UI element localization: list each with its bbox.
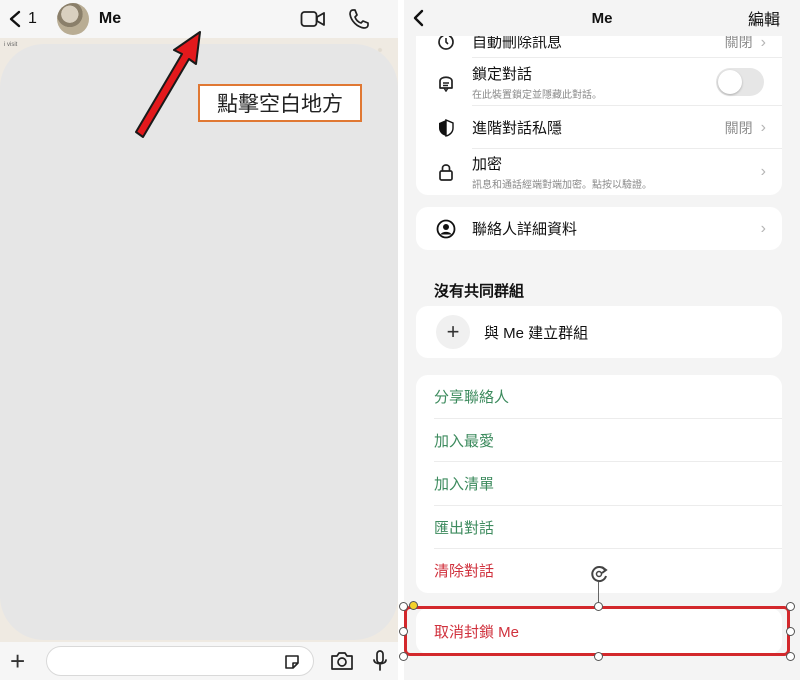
row-value: 關閉 xyxy=(724,119,753,136)
share-contact-button[interactable]: 分享聯絡人 xyxy=(416,375,782,419)
message-peek: i visit xyxy=(4,42,18,48)
chat-panel: 1 Me i visit 點擊空白地方 + xyxy=(0,0,398,680)
shield-icon xyxy=(436,118,456,138)
message-input[interactable] xyxy=(46,646,314,676)
rotate-handle-line xyxy=(598,582,599,608)
create-group-row[interactable]: + 與 Me 建立群組 xyxy=(416,306,782,358)
back-chevron-icon[interactable] xyxy=(410,8,430,28)
page-title: Me xyxy=(591,9,613,27)
rotate-icon xyxy=(591,566,608,583)
privacy-card: 自動刪除訊息 關閉 › 鎖定對話 在此裝置鎖定並隱藏此對話。 進階對話私隱 關閉… xyxy=(416,24,782,195)
row-subtitle: 在此裝置鎖定並隱藏此對話。 xyxy=(472,90,602,101)
advanced-privacy-row[interactable]: 進階對話私隱 關閉 › xyxy=(416,106,782,149)
export-chat-button[interactable]: 匯出對話 xyxy=(416,506,782,550)
lock-chat-row: 鎖定對話 在此裝置鎖定並隱藏此對話。 xyxy=(416,58,782,106)
padlock-icon xyxy=(436,162,456,182)
lock-chat-icon xyxy=(436,72,456,92)
person-circle-icon xyxy=(436,219,456,239)
chevron-right-icon: › xyxy=(760,34,766,51)
plus-icon: + xyxy=(436,315,470,349)
video-call-icon[interactable] xyxy=(300,10,326,28)
attach-plus-icon[interactable]: + xyxy=(10,648,32,674)
sticker-icon[interactable] xyxy=(283,653,301,671)
lock-chat-toggle[interactable] xyxy=(716,68,764,96)
edit-button[interactable]: 編輯 xyxy=(748,6,780,30)
row-title: 加密 xyxy=(472,156,503,173)
message-composer: + xyxy=(0,642,398,680)
contact-details-card: 聯絡人詳細資料 › xyxy=(416,207,782,250)
unblock-button[interactable]: 取消封鎖 Me xyxy=(416,608,782,654)
info-header: Me 編輯 xyxy=(404,0,800,36)
chevron-right-icon: › xyxy=(760,163,766,180)
camera-icon[interactable] xyxy=(330,651,354,671)
groups-section-title: 沒有共同群組 xyxy=(434,283,525,300)
add-favorite-button[interactable]: 加入最愛 xyxy=(416,419,782,463)
phone-call-icon[interactable] xyxy=(348,8,370,30)
add-to-list-button[interactable]: 加入清單 xyxy=(416,462,782,506)
groups-card: + 與 Me 建立群組 xyxy=(416,306,782,358)
chat-contact-name[interactable]: Me xyxy=(99,10,121,28)
row-title: 與 Me 建立群組 xyxy=(484,324,589,342)
row-subtitle: 訊息和通話經端對端加密。點按以驗證。 xyxy=(472,180,652,191)
row-title: 進階對話私隱 xyxy=(472,120,563,137)
row-title: 聯絡人詳細資料 xyxy=(472,221,578,238)
chevron-right-icon: › xyxy=(760,118,766,136)
chevron-right-icon: › xyxy=(760,219,766,237)
microphone-icon[interactable] xyxy=(372,649,388,673)
row-title: 鎖定對話 xyxy=(472,66,533,83)
actions-card: 分享聯絡人 加入最愛 加入清單 匯出對話 清除對話 xyxy=(416,375,782,593)
encryption-row[interactable]: 加密 訊息和通話經端對端加密。點按以驗證。 › xyxy=(416,149,782,195)
chevron-left-icon xyxy=(9,10,21,28)
unread-count: 1 xyxy=(28,10,37,27)
annotation-label: 點擊空白地方 xyxy=(198,84,362,122)
unblock-card: 取消封鎖 Me xyxy=(416,608,782,654)
arrow-up-right-icon xyxy=(135,31,201,138)
back-button[interactable]: 1 xyxy=(8,10,37,28)
avatar[interactable] xyxy=(56,3,89,35)
contact-details-row[interactable]: 聯絡人詳細資料 › xyxy=(416,207,782,250)
